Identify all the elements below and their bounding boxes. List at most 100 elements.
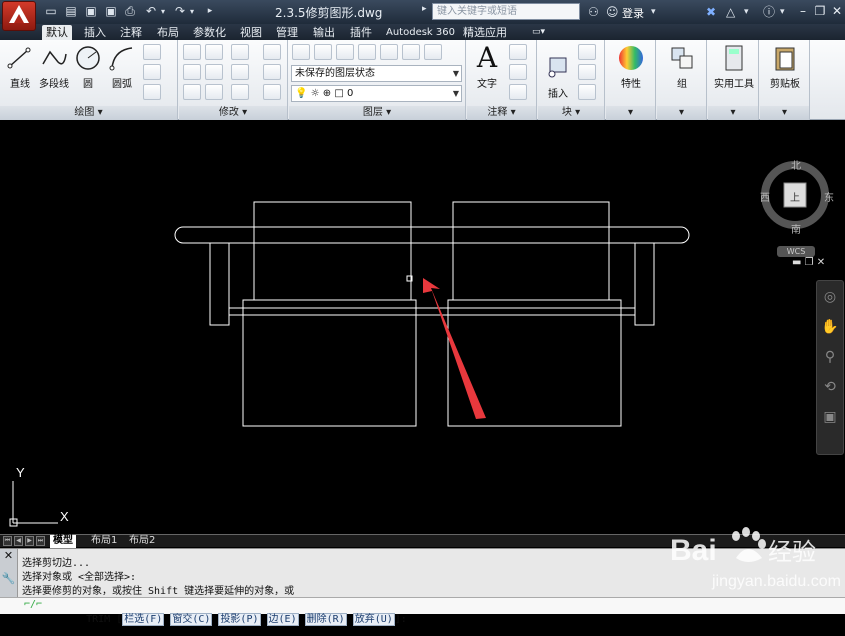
viewcube-east[interactable]: 东: [824, 189, 834, 204]
ribbon-toggle-icon[interactable]: ▭▾: [528, 25, 549, 40]
showmotion-icon[interactable]: ▣: [817, 409, 843, 425]
orbit-icon[interactable]: ⟲: [817, 379, 843, 395]
viewcube-west[interactable]: 西: [760, 189, 770, 204]
create-block-icon[interactable]: [578, 44, 596, 60]
layer-off-icon[interactable]: [336, 44, 354, 60]
edit-block-icon[interactable]: [578, 64, 596, 80]
tab-layout1[interactable]: 布局1: [88, 535, 120, 548]
move-icon[interactable]: [183, 44, 201, 60]
first-layout-icon[interactable]: ⏮: [3, 536, 12, 546]
viewcube-north[interactable]: 北: [791, 157, 801, 172]
copy-icon[interactable]: [183, 64, 201, 80]
open-folder-icon[interactable]: ▤: [63, 4, 79, 19]
option-erase[interactable]: 删除(R): [304, 613, 347, 626]
binoculars-icon[interactable]: ⚇: [588, 4, 599, 20]
redo-dropdown-icon[interactable]: ▾: [184, 4, 200, 19]
layer-unisolate-icon[interactable]: [424, 44, 442, 60]
zoom-icon[interactable]: ⚲: [817, 349, 843, 365]
customize-toolbar-icon[interactable]: ▸: [202, 4, 218, 19]
scale-icon[interactable]: [205, 84, 223, 100]
line-button[interactable]: 直线: [2, 42, 38, 90]
layers-panel-title[interactable]: 图层 ▾: [289, 106, 465, 120]
viewport-controls[interactable]: ▬ ❐ ✕: [792, 257, 825, 268]
customize-command-icon[interactable]: 🔧: [0, 572, 17, 585]
layer-freeze-icon[interactable]: [358, 44, 376, 60]
current-layer-dropdown[interactable]: 💡 ☼ ⊕ □ 0 ▼: [291, 85, 462, 102]
print-icon[interactable]: ⎙: [122, 4, 138, 19]
tab-layout[interactable]: 布局: [153, 25, 183, 40]
polyline-button[interactable]: 多段线: [36, 42, 72, 90]
autodesk-360-icon[interactable]: △: [726, 4, 735, 20]
tab-manage[interactable]: 管理: [272, 25, 302, 40]
insert-block-button[interactable]: 插入: [540, 52, 576, 100]
viewcube[interactable]: 北 南 东 西 上: [760, 161, 840, 244]
erase-icon[interactable]: [263, 44, 281, 60]
restore-button[interactable]: ❐: [812, 3, 828, 19]
next-layout-icon[interactable]: ▶: [25, 536, 34, 546]
properties-panel-expand[interactable]: ▾: [606, 106, 655, 120]
rectangle-icon[interactable]: [143, 44, 161, 60]
steering-wheel-icon[interactable]: ◎: [817, 289, 843, 305]
rotate-icon[interactable]: [205, 44, 223, 60]
command-window-handle[interactable]: ✕ 🔧: [0, 549, 18, 597]
wcs-menu[interactable]: WCS: [777, 246, 815, 257]
tab-output[interactable]: 输出: [309, 25, 339, 40]
help-icon[interactable]: ⓘ: [763, 4, 775, 20]
prev-layout-icon[interactable]: ◀: [14, 536, 23, 546]
tab-autodesk-360[interactable]: Autodesk 360: [382, 25, 459, 40]
utilities-panel-expand[interactable]: ▾: [708, 106, 758, 120]
option-project[interactable]: 投影(P): [218, 613, 261, 626]
group-button[interactable]: 组: [664, 42, 700, 90]
properties-button[interactable]: 特性: [613, 42, 649, 90]
exchange-icon[interactable]: ✖: [706, 4, 716, 20]
tab-featured-apps[interactable]: 精选应用: [459, 25, 511, 40]
utilities-button[interactable]: 实用工具: [714, 42, 754, 90]
offset-icon[interactable]: [263, 84, 281, 100]
explode-icon[interactable]: [263, 64, 281, 80]
tab-parametric[interactable]: 参数化: [189, 25, 230, 40]
layer-isolate-icon[interactable]: [314, 44, 332, 60]
draw-panel-title[interactable]: 绘图 ▾: [0, 106, 177, 120]
tab-model[interactable]: 模型: [50, 535, 76, 548]
close-button[interactable]: ✕: [829, 3, 845, 19]
fillet-icon[interactable]: [231, 64, 249, 80]
viewcube-top-face[interactable]: 上: [790, 189, 800, 204]
tab-annotate[interactable]: 注释: [116, 25, 146, 40]
tab-layout2[interactable]: 布局2: [126, 535, 158, 548]
option-undo[interactable]: 放弃(U): [352, 613, 395, 626]
table-icon[interactable]: [509, 84, 527, 100]
search-input[interactable]: 键入关键字或短语: [432, 3, 580, 20]
array-icon[interactable]: [231, 84, 249, 100]
search-expand-icon[interactable]: ▸: [422, 4, 427, 14]
leader-icon[interactable]: [509, 64, 527, 80]
tab-plugins[interactable]: 插件: [346, 25, 376, 40]
tab-view[interactable]: 视图: [236, 25, 266, 40]
clipboard-button[interactable]: 剪贴板: [765, 42, 805, 90]
application-menu-button[interactable]: [2, 1, 36, 31]
drawing-area[interactable]: Y X ▬ ❐ ✕: [0, 121, 845, 534]
block-attribute-icon[interactable]: [578, 84, 596, 100]
login-dropdown-icon[interactable]: ▾: [651, 4, 656, 20]
help-dropdown-icon[interactable]: ▾: [780, 4, 785, 20]
360-dropdown-icon[interactable]: ▾: [744, 4, 749, 20]
option-edge[interactable]: 边(E): [266, 613, 299, 626]
minimize-button[interactable]: –: [795, 3, 811, 19]
dimension-icon[interactable]: [509, 44, 527, 60]
close-command-icon[interactable]: ✕: [0, 549, 17, 562]
login-link[interactable]: 登录: [622, 5, 644, 21]
clipboard-panel-expand[interactable]: ▾: [760, 106, 809, 120]
block-panel-title[interactable]: 块 ▾: [538, 106, 604, 120]
last-layout-icon[interactable]: ⏭: [36, 536, 45, 546]
mirror-icon[interactable]: [205, 64, 223, 80]
layer-state-dropdown[interactable]: 未保存的图层状态 ▼: [291, 65, 462, 82]
tab-home[interactable]: 默认: [42, 25, 72, 40]
layer-match-icon[interactable]: [402, 44, 420, 60]
save-icon[interactable]: ▣: [83, 4, 99, 19]
option-fence[interactable]: 栏选(F): [122, 613, 165, 626]
layer-properties-icon[interactable]: [292, 44, 310, 60]
text-button[interactable]: A 文字: [469, 42, 505, 91]
layer-lock-icon[interactable]: [380, 44, 398, 60]
tab-insert[interactable]: 插入: [80, 25, 110, 40]
user-icon[interactable]: ☺: [606, 4, 619, 20]
circle-button[interactable]: 圆: [70, 42, 106, 90]
